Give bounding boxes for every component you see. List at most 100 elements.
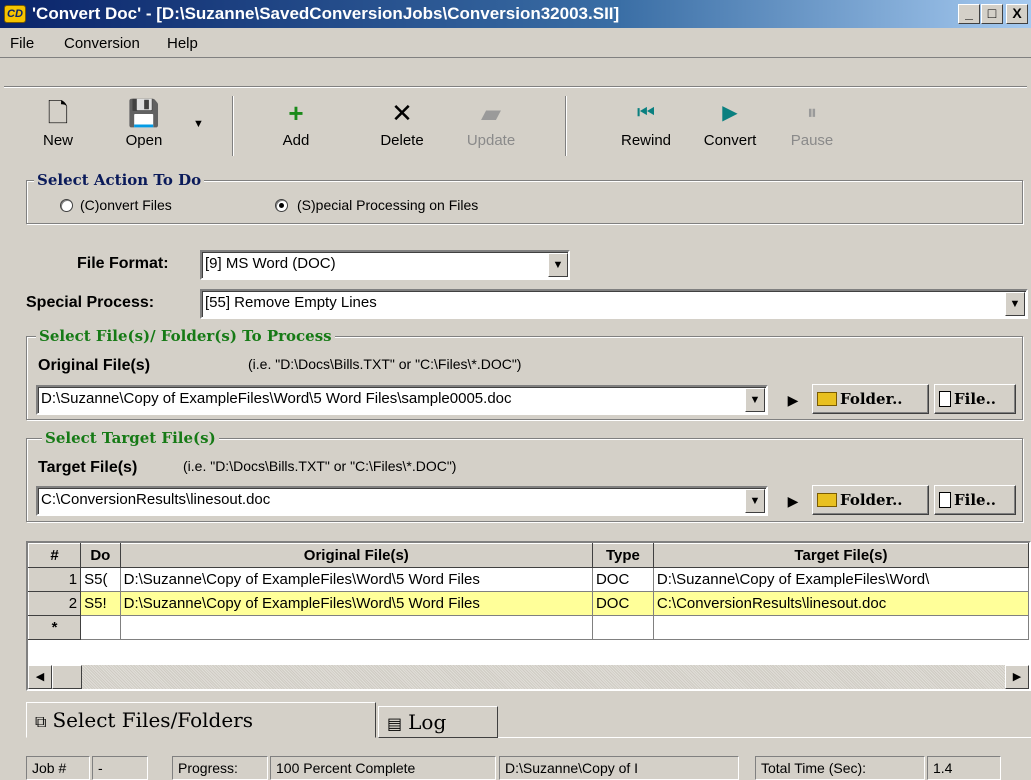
app-icon[interactable]: CD <box>4 5 26 23</box>
file-format-dropdown-arrow[interactable]: ▼ <box>548 253 568 277</box>
pause-icon: ⏸ <box>807 102 817 124</box>
job-grid[interactable]: # Do Original File(s) Type Target File(s… <box>26 541 1031 691</box>
update-button[interactable]: ▰ Update <box>452 98 530 162</box>
cell-original-file[interactable] <box>119 615 593 640</box>
original-files-input[interactable]: D:\Suzanne\Copy of ExampleFiles\Word\5 W… <box>36 385 768 415</box>
tab-baseline <box>498 737 1031 738</box>
cell-type[interactable]: DOC <box>591 591 654 616</box>
original-files-hint: (i.e. "D:\Docs\Bills.TXT" or "C:\Files\*… <box>248 356 522 372</box>
target-files-input[interactable]: C:\ConversionResults\linesout.doc <box>36 486 768 516</box>
tab-select-files-folders[interactable]: ⧉ Select Files/Folders <box>26 702 376 738</box>
special-processing-label[interactable]: (S)pecial Processing on Files <box>297 197 478 213</box>
cell-do[interactable]: S5( <box>80 567 121 592</box>
cell-target-file[interactable]: C:\ConversionResults\linesout.doc <box>652 591 1029 616</box>
table-new-row[interactable]: * <box>28 615 1029 640</box>
play-icon: ▶ <box>722 102 738 124</box>
target-files-go-icon[interactable]: ▶ <box>783 487 803 515</box>
column-header-do[interactable]: Do <box>80 543 121 568</box>
source-file-button[interactable]: File.. <box>934 384 1016 414</box>
scroll-right-arrow[interactable]: ▶ <box>1005 665 1029 689</box>
cell-do[interactable] <box>80 615 121 640</box>
status-time-label: Total Time (Sec): <box>755 756 925 780</box>
target-files-label: Target File(s) <box>38 459 138 476</box>
x-icon: ✕ <box>391 98 413 128</box>
open-dropdown-icon[interactable]: ▼ <box>193 118 204 130</box>
list-icon: ▤ <box>387 714 403 733</box>
column-header-target-files[interactable]: Target File(s) <box>652 543 1029 568</box>
maximize-button[interactable]: □ <box>981 4 1003 24</box>
action-group-title: Select Action To Do <box>34 171 205 189</box>
new-button[interactable]: 🗋 New <box>26 98 90 162</box>
target-group-title: Select Target File(s) <box>42 429 219 447</box>
copy-files-icon: ⧉ <box>35 712 47 731</box>
column-header-original-files[interactable]: Original File(s) <box>119 543 593 568</box>
toolbar-separator <box>232 96 234 156</box>
status-job-value: - <box>92 756 148 780</box>
row-number[interactable]: 2 <box>28 591 82 616</box>
status-progress-label: Progress: <box>172 756 268 780</box>
add-button[interactable]: + Add <box>264 98 328 162</box>
special-process-select[interactable]: [55] Remove Empty Lines <box>200 289 1028 319</box>
menu-bar: File Conversion Help <box>0 28 1031 58</box>
convert-button[interactable]: ▶ Convert <box>692 98 768 162</box>
table-row-selected[interactable]: 2 S5! D:\Suzanne\Copy of ExampleFiles\Wo… <box>28 591 1029 616</box>
menu-conversion[interactable]: Conversion <box>64 35 140 52</box>
cell-type[interactable]: DOC <box>591 567 654 592</box>
column-header-type[interactable]: Type <box>591 543 654 568</box>
open-folder-icon <box>817 392 837 406</box>
target-folder-button[interactable]: Folder.. <box>812 485 929 515</box>
convert-files-radio[interactable] <box>60 199 73 212</box>
scroll-thumb[interactable] <box>52 665 82 689</box>
plus-icon: + <box>288 98 304 128</box>
file-format-value: [9] MS Word (DOC) <box>205 255 336 272</box>
target-file-button[interactable]: File.. <box>934 485 1016 515</box>
toolbar-separator <box>565 96 567 156</box>
target-files-dropdown-arrow[interactable]: ▼ <box>745 489 765 513</box>
source-folder-button[interactable]: Folder.. <box>812 384 929 414</box>
cell-do[interactable]: S5! <box>80 591 121 616</box>
original-files-label: Original File(s) <box>38 357 151 374</box>
toolbar-divider <box>4 86 1027 88</box>
scroll-left-arrow[interactable]: ◀ <box>28 665 52 689</box>
status-current-file: D:\Suzanne\Copy of I <box>499 756 739 780</box>
column-header-number[interactable]: # <box>28 543 82 568</box>
menu-help[interactable]: Help <box>167 35 198 52</box>
special-processing-radio[interactable] <box>275 199 288 212</box>
row-number[interactable]: 1 <box>28 567 82 592</box>
table-row[interactable]: 1 S5( D:\Suzanne\Copy of ExampleFiles\Wo… <box>28 567 1029 592</box>
original-files-go-icon[interactable]: ▶ <box>783 386 803 414</box>
rewind-button[interactable]: ⏮ Rewind <box>608 98 684 162</box>
floppy-disk-icon: 💾 <box>127 98 161 128</box>
special-process-value: [55] Remove Empty Lines <box>205 294 377 311</box>
special-process-label: Special Process: <box>26 294 155 311</box>
convert-files-label[interactable]: (C)onvert Files <box>80 197 172 213</box>
rewind-icon: ⏮ <box>637 102 655 124</box>
minimize-button[interactable]: _ <box>958 4 980 24</box>
file-format-select[interactable]: [9] MS Word (DOC) <box>200 250 570 280</box>
source-group-title: Select File(s)/ Folder(s) To Process <box>36 327 335 345</box>
special-process-dropdown-arrow[interactable]: ▼ <box>1005 292 1025 316</box>
tab-log[interactable]: ▤ Log <box>378 706 498 738</box>
original-files-dropdown-arrow[interactable]: ▼ <box>745 388 765 412</box>
pause-button[interactable]: ⏸ Pause <box>780 98 844 162</box>
cell-target-file[interactable] <box>652 615 1029 640</box>
horizontal-scrollbar[interactable]: ◀ ▶ <box>28 665 1029 689</box>
close-button[interactable]: X <box>1006 4 1028 24</box>
cell-type[interactable] <box>591 615 654 640</box>
target-files-value: C:\ConversionResults\linesout.doc <box>41 491 271 508</box>
cell-original-file[interactable]: D:\Suzanne\Copy of ExampleFiles\Word\5 W… <box>119 591 593 616</box>
new-row-marker[interactable]: * <box>28 615 82 640</box>
file-format-label: File Format: <box>77 255 169 272</box>
open-folder-icon <box>817 493 837 507</box>
document-icon <box>939 391 951 407</box>
delete-button[interactable]: ✕ Delete <box>370 98 434 162</box>
open-button[interactable]: 💾 Open <box>112 98 176 162</box>
job-table: # Do Original File(s) Type Target File(s… <box>28 543 1029 640</box>
cell-original-file[interactable]: D:\Suzanne\Copy of ExampleFiles\Word\5 W… <box>119 567 593 592</box>
table-header-row: # Do Original File(s) Type Target File(s… <box>28 543 1029 568</box>
cell-target-file[interactable]: D:\Suzanne\Copy of ExampleFiles\Word\ <box>652 567 1029 592</box>
title-bar[interactable]: CD 'Convert Doc' - [D:\Suzanne\SavedConv… <box>0 0 1031 28</box>
new-document-icon: 🗋 <box>47 98 69 128</box>
menu-file[interactable]: File <box>10 35 34 52</box>
status-job-label: Job # <box>26 756 90 780</box>
